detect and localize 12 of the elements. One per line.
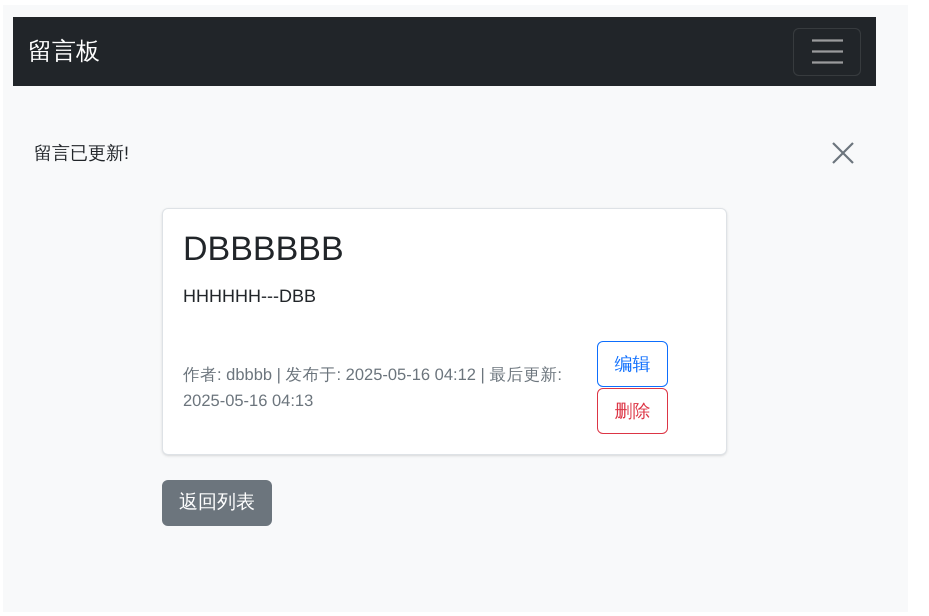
- edit-button[interactable]: 编辑: [597, 341, 668, 387]
- back-to-list-button[interactable]: 返回列表: [162, 480, 272, 526]
- navbar-brand[interactable]: 留言板: [28, 36, 100, 66]
- post-meta: 作者: dbbbb | 发布于: 2025-05-16 04:12 | 最后更新: 2025-05-16 04:13: [183, 364, 563, 412]
- menu-toggle-button[interactable]: [793, 28, 861, 76]
- close-button[interactable]: [830, 140, 856, 166]
- alert-message: 留言已更新!: [34, 142, 130, 164]
- menu-icon: [812, 39, 842, 64]
- close-icon: [832, 142, 854, 164]
- delete-button[interactable]: 删除: [597, 388, 668, 434]
- post-content: HHHHHH---DBB: [183, 285, 316, 308]
- post-title: DBBBBBB: [183, 229, 344, 269]
